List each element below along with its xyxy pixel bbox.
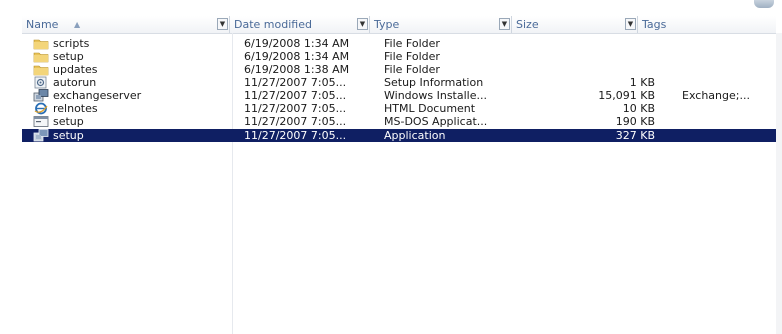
column-header-size[interactable]: Size ▼ [512,16,638,33]
file-row-selected[interactable]: setup 11/27/2007 7:05... Application 327… [22,129,776,142]
file-name: setup [53,115,84,128]
top-strip [0,0,782,14]
tags-cell [682,102,777,115]
file-row[interactable]: exchangeserver 11/27/2007 7:05... Window… [22,89,776,102]
size-cell: 327 KB [615,129,655,142]
name-cell: setup [22,115,232,128]
file-name: exchangeserver [53,89,142,102]
type-cell: Windows Installe... [384,89,487,102]
file-explorer-window: Name ▲ ▼ Date modified ▼ Type ▼ Size ▼ T… [0,0,782,334]
tags-cell [682,50,777,63]
file-row[interactable]: setup 6/19/2008 1:34 AM File Folder [22,50,776,63]
date-cell: 11/27/2007 7:05... [244,102,347,115]
date-cell: 11/27/2007 7:05... [244,129,347,142]
tags-cell: Exchange;... [682,89,750,102]
file-name: scripts [53,37,90,50]
column-header-date-label: Date modified [234,18,312,31]
column-header-size-label: Size [516,18,539,31]
column-header-tags-label: Tags [642,18,667,31]
file-row[interactable]: relnotes 11/27/2007 7:05... HTML Documen… [22,102,776,115]
name-cell: setup [22,129,232,142]
window-corner-icon [754,0,774,8]
file-name: relnotes [53,102,98,115]
name-cell: exchangeserver [22,89,232,102]
date-cell: 6/19/2008 1:38 AM [244,63,350,76]
column-header-type[interactable]: Type ▼ [370,16,512,33]
file-row[interactable]: autorun 11/27/2007 7:05... Setup Informa… [22,76,776,89]
file-row[interactable]: scripts 6/19/2008 1:34 AM File Folder [22,37,776,50]
column-header-name[interactable]: Name ▲ ▼ [22,16,230,33]
filter-dropdown-icon[interactable]: ▼ [357,18,368,30]
type-cell: Setup Information [384,76,484,89]
size-cell: 15,091 KB [598,89,655,102]
size-cell: 1 KB [629,76,655,89]
date-cell: 11/27/2007 7:05... [244,115,347,128]
column-header-date[interactable]: Date modified ▼ [230,16,370,33]
size-cell: 190 KB [615,115,655,128]
name-cell: updates [22,63,232,76]
type-cell: HTML Document [384,102,476,115]
type-cell: File Folder [384,37,440,50]
date-cell: 11/27/2007 7:05... [244,76,347,89]
tags-cell [682,129,777,142]
sort-ascending-icon: ▲ [74,20,81,29]
setup-info-icon [33,76,49,89]
file-row[interactable]: setup 11/27/2007 7:05... MS-DOS Applicat… [22,115,776,128]
date-cell: 6/19/2008 1:34 AM [244,37,350,50]
scrollbar-track[interactable] [776,33,782,334]
filter-dropdown-icon[interactable]: ▼ [499,18,510,30]
column-header-name-label: Name [26,18,59,31]
tags-cell [682,37,777,50]
size-cell: 10 KB [622,102,655,115]
folder-icon [33,63,49,76]
tags-cell [682,76,777,89]
type-cell: File Folder [384,63,440,76]
type-cell: MS-DOS Applicat... [384,115,488,128]
column-header-bar: Name ▲ ▼ Date modified ▼ Type ▼ Size ▼ T… [22,16,776,34]
application-icon [33,129,49,142]
name-cell: scripts [22,37,232,50]
name-cell: autorun [22,76,232,89]
filter-dropdown-icon[interactable]: ▼ [217,18,228,30]
filter-dropdown-icon[interactable]: ▼ [625,18,636,30]
file-name: updates [53,63,98,76]
tags-cell [682,115,777,128]
name-cell: relnotes [22,102,232,115]
folder-icon [33,37,49,50]
msdos-app-icon [33,115,49,128]
file-row[interactable]: updates 6/19/2008 1:38 AM File Folder [22,63,776,76]
file-name: setup [53,50,84,63]
size-cell [560,37,655,50]
installer-icon [33,89,49,102]
column-header-tags[interactable]: Tags [638,16,776,33]
name-cell: setup [22,50,232,63]
folder-icon [33,50,49,63]
type-cell: File Folder [384,50,440,63]
size-cell [560,50,655,63]
size-cell [560,63,655,76]
date-cell: 6/19/2008 1:34 AM [244,50,350,63]
html-document-icon [33,102,49,115]
type-cell: Application [384,129,446,142]
date-cell: 11/27/2007 7:05... [244,89,347,102]
tags-cell [682,63,777,76]
file-name: autorun [53,76,97,89]
file-name: setup [53,129,84,142]
column-header-type-label: Type [374,18,400,31]
